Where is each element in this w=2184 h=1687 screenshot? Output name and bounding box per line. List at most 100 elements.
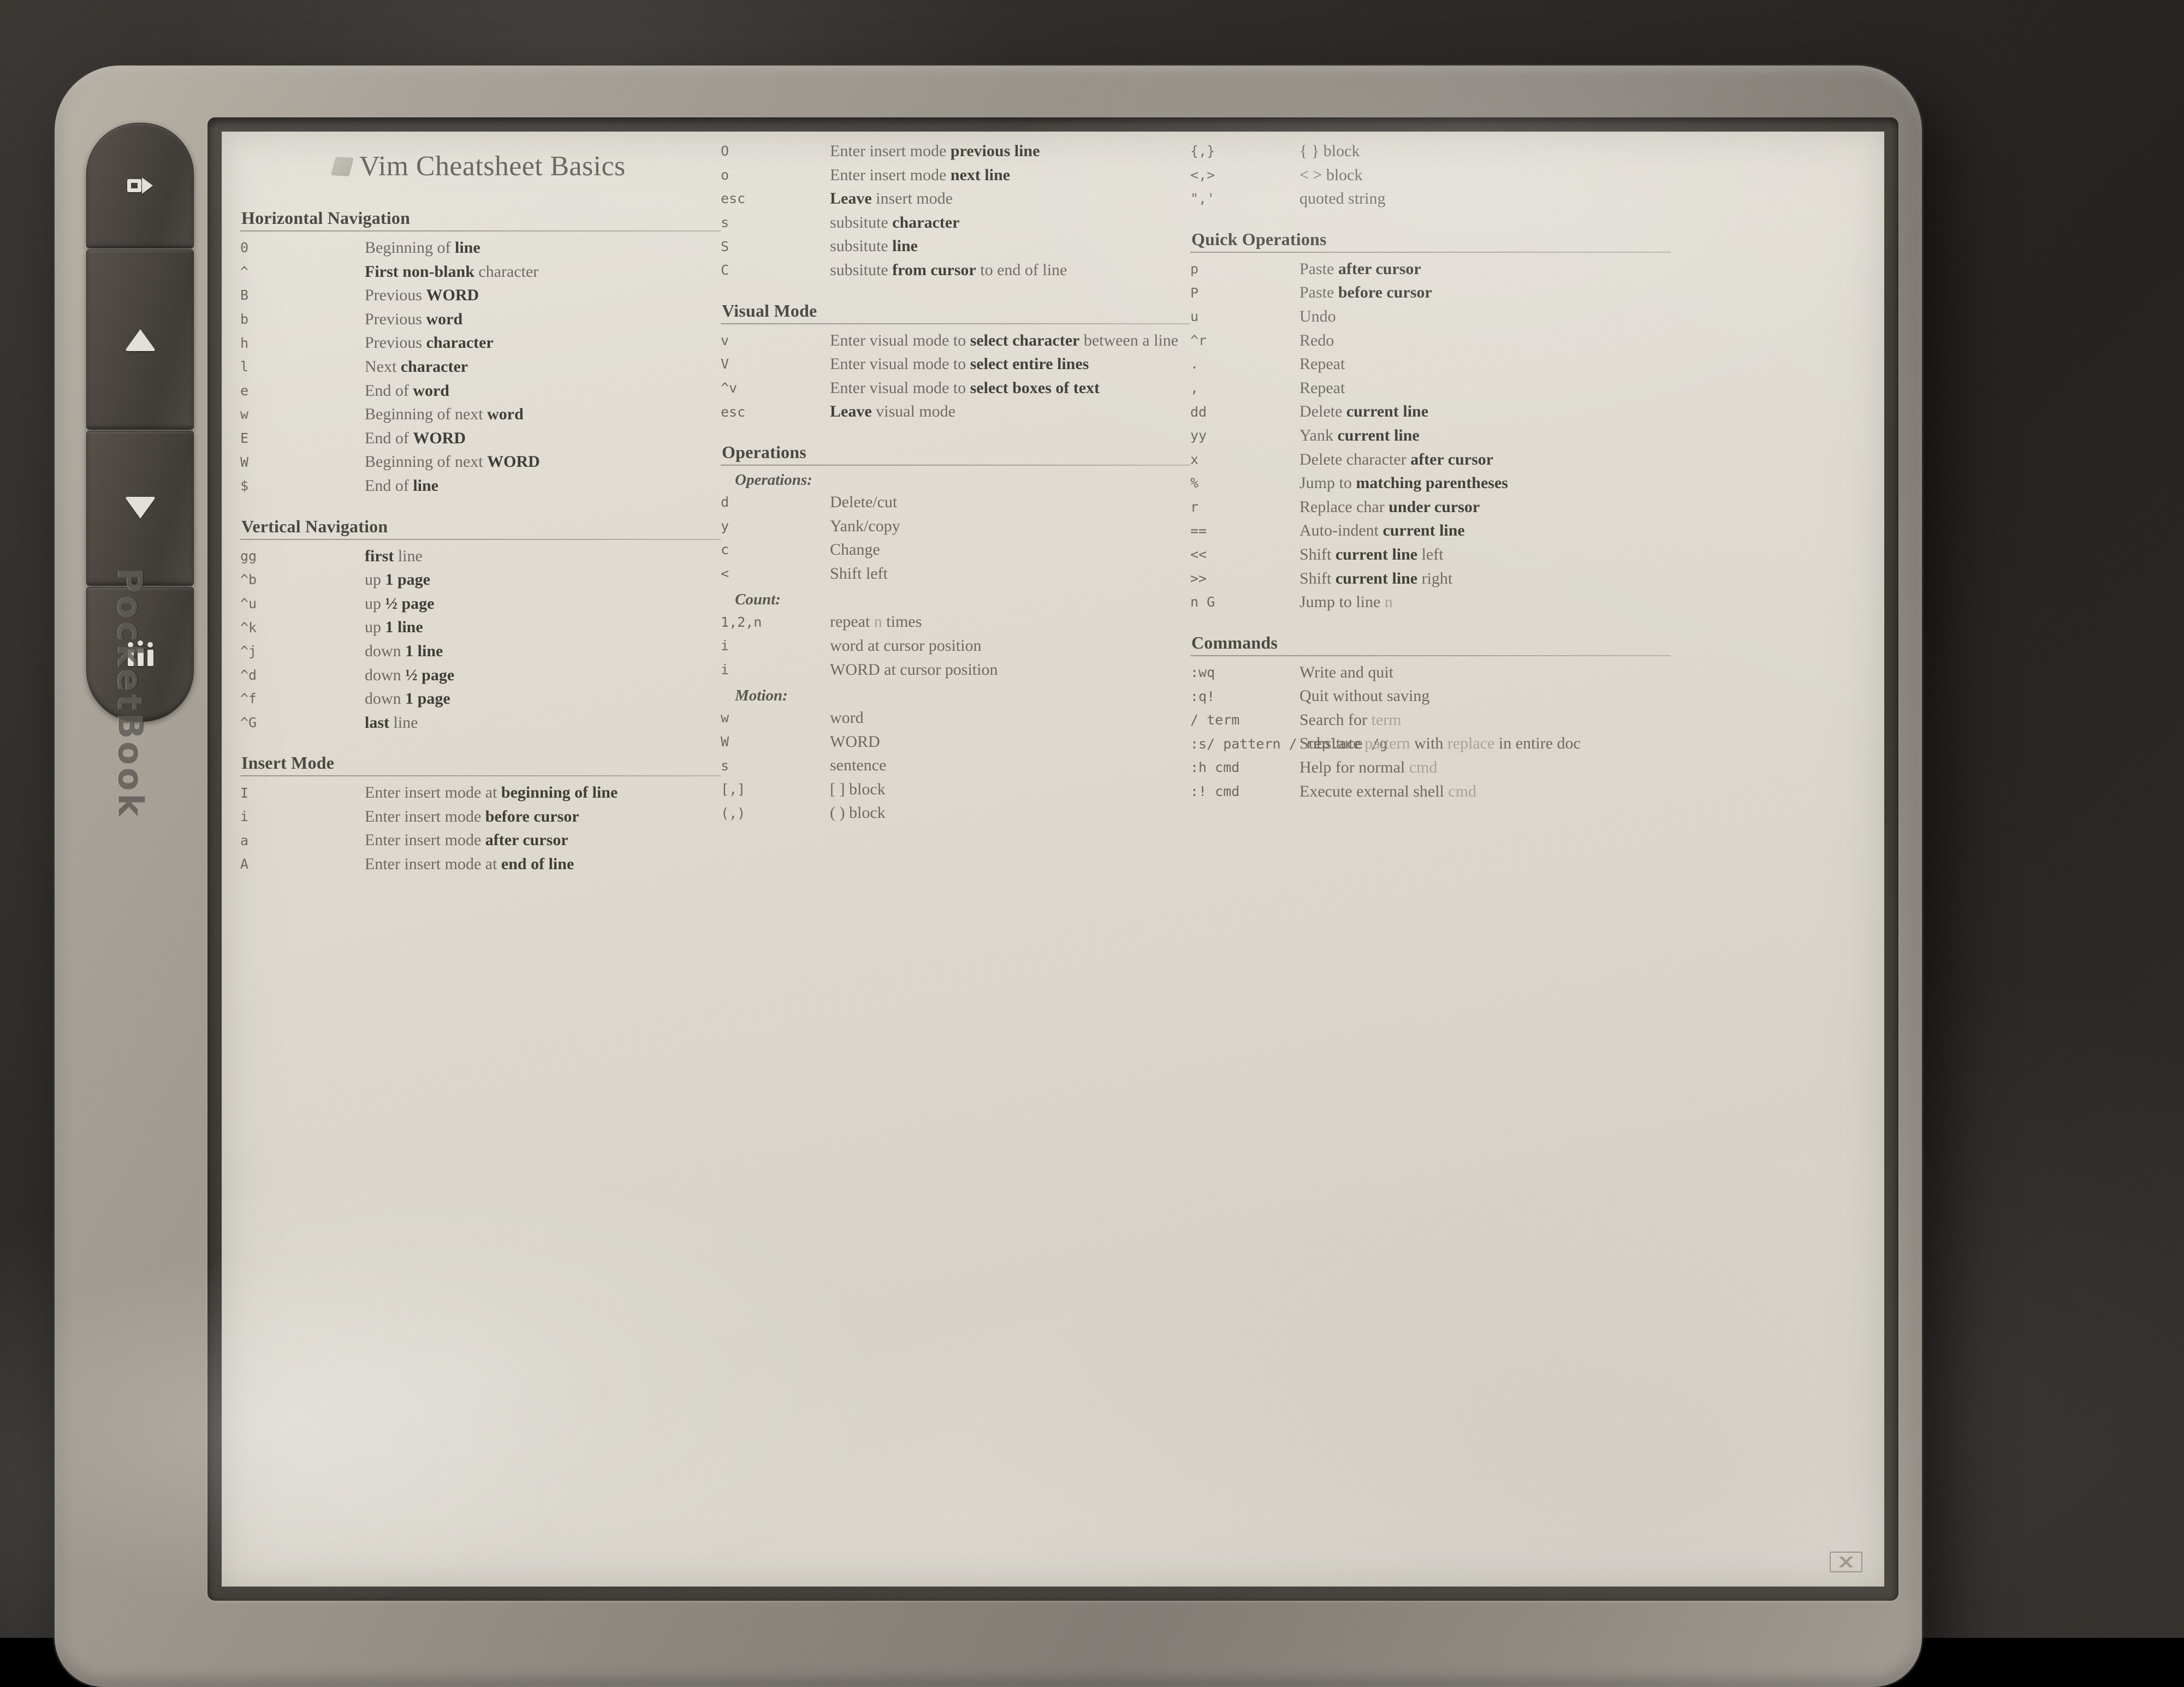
shortcut-description: Paste after cursor (1299, 259, 1421, 278)
screen-bezel: Vim Cheatsheet Basics Horizontal Navigat… (207, 117, 1898, 1601)
table-row: u Undo (1190, 305, 1671, 329)
table-row: O Enter insert mode previous line (721, 139, 1190, 163)
table-row: {,} { } block (1190, 139, 1671, 163)
shortcut-description: Enter visual mode to select boxes of tex… (830, 378, 1100, 397)
shortcut-description: Enter insert mode at beginning of line (365, 783, 618, 802)
shortcut-description: Repeat (1299, 355, 1345, 373)
table-row: << Shift current line left (1190, 543, 1671, 567)
back-arrow-icon (127, 177, 153, 194)
table-row: ^f down 1 page (240, 687, 721, 711)
shortcut-description: { } block (1299, 142, 1360, 160)
shortcut-description: Subsitute pattern with replace in entire… (1299, 734, 1581, 753)
shortcut-key: l (240, 359, 249, 375)
shortcut-key: , (1190, 380, 1199, 396)
page-down-button[interactable] (86, 431, 194, 586)
table-row: B Previous WORD (240, 283, 721, 307)
table-row: / term Search for term (1190, 708, 1671, 732)
shortcut-description: Paste before cursor (1299, 283, 1432, 302)
shortcut-key: [,] (721, 781, 746, 798)
section-divider (721, 323, 1190, 324)
table-row: , Repeat (1190, 376, 1671, 400)
page-up-button[interactable] (86, 250, 194, 430)
table-row: ^k up 1 line (240, 615, 721, 639)
shortcut-description: Execute external shell cmd (1299, 782, 1477, 800)
shortcut-description: Enter visual mode to select entire lines (830, 355, 1089, 373)
shortcut-key: s (721, 215, 729, 231)
shortcut-key: ^b (240, 572, 257, 588)
shortcut-key: ^d (240, 667, 257, 683)
shortcut-table: :wq Write and quit:q! Quit without saving /… (1190, 661, 1671, 804)
shortcut-key: ",' (1190, 191, 1215, 207)
shortcut-description: Search for term (1299, 710, 1402, 729)
shortcut-description: down 1 page (365, 690, 450, 708)
shortcut-key: x (1190, 451, 1199, 467)
shortcut-key: (,) (721, 805, 746, 821)
eink-display[interactable]: Vim Cheatsheet Basics Horizontal Navigat… (222, 132, 1884, 1587)
shortcut-key: gg (240, 548, 257, 564)
shortcut-key: == (1190, 522, 1207, 539)
table-row: x Delete character after cursor (1190, 448, 1671, 472)
table-row: E End of WORD (240, 426, 721, 450)
shortcut-description: WORD (830, 732, 880, 751)
shortcut-description: last line (365, 713, 418, 732)
section-heading: Quick Operations (1191, 229, 1327, 249)
shortcut-description: Help for normal cmd (1299, 758, 1438, 777)
shortcut-description: subsitute character (830, 213, 960, 231)
shortcut-key: B (240, 287, 249, 304)
brand-logo: PocketBook (110, 568, 150, 819)
section-divider (240, 230, 721, 231)
shortcut-key: a (240, 832, 249, 848)
shortcut-description: Delete current line (1299, 402, 1429, 421)
section-divider (240, 775, 721, 777)
table-row: $ End of line (240, 474, 721, 498)
shortcut-table: v Enter visual mode to select character b… (721, 329, 1190, 424)
table-row: ^r Redo (1190, 329, 1671, 353)
shortcut-key: ^ (240, 263, 249, 280)
table-row: esc Leave insert mode (721, 187, 1190, 211)
table-row: [,] [ ] block (721, 777, 1190, 801)
shortcut-description: Write and quit (1299, 663, 1394, 681)
shortcut-key: :! cmd (1190, 783, 1240, 799)
shortcut-key: / term (1190, 712, 1240, 728)
shortcut-key: < (721, 566, 729, 582)
shortcut-description: Previous character (365, 334, 494, 352)
shortcut-description: word (830, 709, 864, 727)
shortcut-description: Leave insert mode (830, 189, 953, 208)
table-row: esc Leave visual mode (721, 400, 1190, 424)
shortcut-key: E (240, 430, 249, 447)
table-row: :s/ pattern / replace /g Subsitute patter… (1190, 732, 1671, 756)
ereader-device: PocketBook Vim Cheatsheet Basics Horizon… (55, 66, 1922, 1687)
shortcut-key: % (1190, 475, 1199, 491)
shortcut-key: S (721, 238, 729, 254)
shortcut-key: i (721, 661, 729, 678)
shortcut-key: << (1190, 547, 1207, 563)
shortcut-key: W (721, 733, 729, 750)
shortcut-description: Beginning of line (365, 239, 480, 257)
shortcut-description: Next character (365, 357, 468, 376)
shortcut-table: 1,2,n repeat n times i word at cursor posit… (721, 610, 1190, 681)
triangle-up-icon (125, 329, 155, 351)
shortcut-table: 0 Beginning of line ^ First non-blank chara… (240, 236, 721, 498)
page-thumbnail-icon[interactable] (1830, 1552, 1862, 1572)
shortcut-description: Enter insert mode previous line (830, 142, 1040, 160)
shortcut-key: u (1190, 308, 1199, 325)
shortcut-description: Yank/copy (830, 516, 900, 535)
shortcut-key: yy (1190, 427, 1207, 444)
shortcut-key: W (240, 454, 249, 470)
shortcut-description: Enter insert mode at end of line (365, 855, 574, 874)
table-row: ",' quoted string (1190, 187, 1671, 211)
section-heading: Horizontal Navigation (241, 208, 411, 228)
shortcut-key: $ (240, 478, 249, 494)
shortcut-description: End of word (365, 381, 449, 400)
shortcut-description: < > block (1299, 165, 1363, 184)
table-row: l Next character (240, 355, 721, 379)
shortcut-description: word at cursor position (830, 636, 982, 655)
shortcut-key: h (240, 335, 249, 351)
subsection-label: Operations: (735, 471, 812, 489)
back-button[interactable] (86, 123, 194, 248)
table-row: c Change (721, 538, 1190, 562)
shortcut-description: End of line (365, 476, 438, 495)
shortcut-description: Leave visual mode (830, 402, 956, 421)
